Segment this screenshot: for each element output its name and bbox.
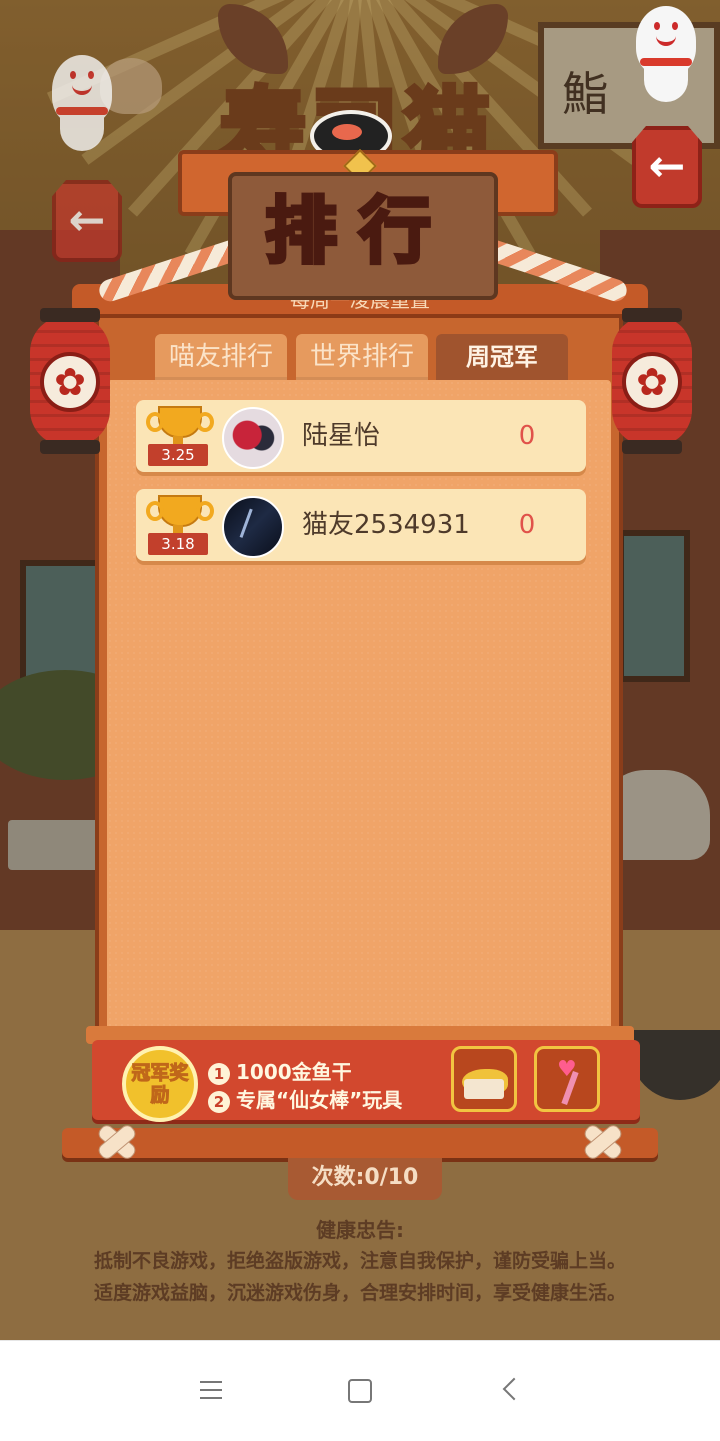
back-arrow-icon: ←: [52, 180, 122, 262]
tab-weekly-champion[interactable]: 周冠军: [436, 334, 568, 380]
avatar: [222, 496, 284, 558]
player-name: 陆星怡: [302, 421, 381, 451]
player-score: 0: [518, 510, 536, 540]
reward-item-2-text: 专属“仙女棒”玩具: [236, 1088, 403, 1112]
health-advisory-line-1: 抵制不良游戏，拒绝盗版游戏，注意自我保护，谨防受骗上当。: [93, 1250, 626, 1272]
reward-item-2: 2 专属“仙女棒”玩具: [208, 1084, 402, 1113]
health-advisory-line-2: 适度游戏益脑，沉迷游戏伤身，合理安排时间，享受健康生活。: [93, 1282, 626, 1304]
list-item[interactable]: 3.25 陆星怡 0: [136, 400, 586, 472]
player-score: 0: [518, 421, 536, 451]
back-icon[interactable]: [496, 1375, 528, 1407]
number-badge: 2: [208, 1091, 230, 1113]
champion-reward-medal: 冠军奖励: [122, 1046, 198, 1122]
back-button[interactable]: ←: [632, 126, 702, 208]
reward-item-1: 1 1000金鱼干: [208, 1056, 352, 1085]
panel-base-board: [62, 1128, 658, 1158]
health-advisory-title: 健康忠告:: [316, 1218, 404, 1242]
trophy-icon: 3.18: [146, 495, 214, 555]
tab-world-ranking[interactable]: 世界排行: [296, 334, 428, 380]
teru-doll-icon: [636, 6, 696, 102]
lantern-icon: [612, 308, 692, 454]
ranking-list[interactable]: [107, 380, 611, 1030]
fairy-wand-reward-icon[interactable]: ♥: [534, 1046, 600, 1112]
player-name: 猫友2534931: [302, 510, 470, 540]
system-nav-bar: [0, 1340, 720, 1441]
week-date: 3.25: [148, 444, 208, 466]
menu-icon[interactable]: [196, 1375, 228, 1407]
number-badge: 1: [208, 1063, 230, 1085]
list-item[interactable]: 3.18 猫友2534931 0: [136, 489, 586, 561]
avatar: [222, 407, 284, 469]
teru-doll-icon: [52, 55, 112, 151]
page-title: 排行: [263, 186, 453, 275]
reward-item-1-text: 1000金鱼干: [236, 1060, 352, 1084]
week-date: 3.18: [148, 533, 208, 555]
home-icon[interactable]: [344, 1375, 376, 1407]
trophy-icon: 3.25: [146, 406, 214, 466]
attempt-count: 次数:0/10: [288, 1158, 442, 1200]
dried-fish-reward-icon[interactable]: [451, 1046, 517, 1112]
tab-friend-ranking[interactable]: 喵友排行: [155, 334, 287, 380]
lantern-icon: [30, 308, 110, 454]
